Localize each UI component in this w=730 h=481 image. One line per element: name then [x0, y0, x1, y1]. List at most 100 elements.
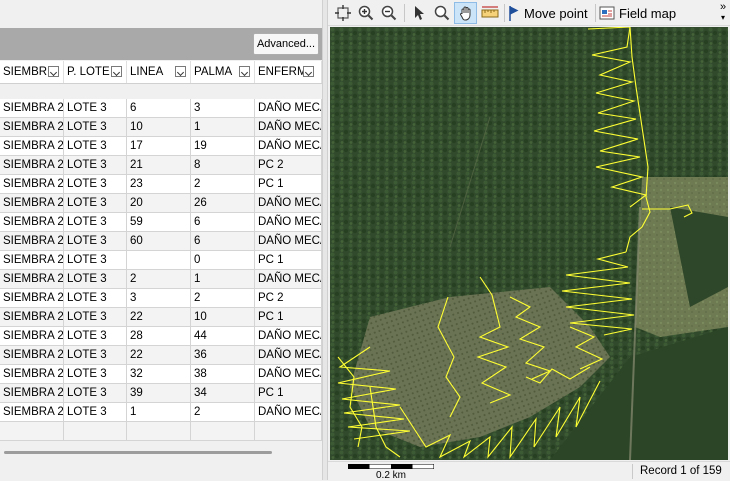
table-row[interactable]: SIEMBRA 20 LOTE 3 59 6 DAÑO MECÁ [0, 213, 322, 232]
move-point-button[interactable]: Move point [508, 2, 592, 24]
cell-palma[interactable]: 44 [191, 327, 255, 346]
cell-lote[interactable]: LOTE 3 [64, 289, 127, 308]
cell-lote[interactable]: LOTE 3 [64, 194, 127, 213]
cell-enfermedad[interactable]: DAÑO MECÁ [255, 118, 322, 137]
table-row[interactable]: SIEMBRA 20 LOTE 3 3 2 PC 2 [0, 289, 322, 308]
cell-enfermedad[interactable]: PC 2 [255, 156, 322, 175]
cell-linea[interactable]: 23 [127, 175, 191, 194]
advanced-button[interactable]: Advanced... [253, 33, 319, 55]
cell-lote[interactable]: LOTE 3 [64, 118, 127, 137]
cell-palma[interactable]: 1 [191, 118, 255, 137]
cell-enfermedad[interactable]: PC 1 [255, 175, 322, 194]
cell-palma[interactable]: 8 [191, 156, 255, 175]
table-row[interactable]: SIEMBRA 20 LOTE 3 22 36 DAÑO MECÁ [0, 346, 322, 365]
column-header-linea[interactable]: LINEA [127, 61, 191, 83]
cell-siembra[interactable]: SIEMBRA 20 [0, 232, 64, 251]
cell-siembra[interactable]: SIEMBRA 20 [0, 384, 64, 403]
cell-linea[interactable]: 6 [127, 99, 191, 118]
cell-enfermedad[interactable]: DAÑO MECÁ [255, 346, 322, 365]
table-row[interactable]: SIEMBRA 20 LOTE 3 1 2 DAÑO MECÁ [0, 403, 322, 422]
cell-enfermedad[interactable]: PC 1 [255, 384, 322, 403]
cell-palma[interactable]: 26 [191, 194, 255, 213]
chevron-down-icon[interactable] [111, 66, 122, 77]
cell-lote[interactable]: LOTE 3 [64, 346, 127, 365]
cell-linea[interactable]: 39 [127, 384, 191, 403]
cell-lote[interactable]: LOTE 3 [64, 403, 127, 422]
table-row[interactable]: SIEMBRA 20 LOTE 3 20 26 DAÑO MECÁ [0, 194, 322, 213]
cell-linea[interactable]: 2 [127, 270, 191, 289]
cell-linea[interactable]: 10 [127, 118, 191, 137]
cell-siembra[interactable]: SIEMBRA 20 [0, 99, 64, 118]
zoom-magnifier-icon[interactable] [431, 2, 453, 24]
cell-siembra[interactable]: SIEMBRA 20 [0, 365, 64, 384]
field-map-button[interactable]: Field map [599, 2, 679, 24]
cell-palma[interactable]: 2 [191, 289, 255, 308]
cell-palma[interactable]: 19 [191, 137, 255, 156]
cell-enfermedad[interactable]: DAÑO MECÁ [255, 99, 322, 118]
chevron-down-icon[interactable] [48, 66, 59, 77]
cell-enfermedad[interactable]: DAÑO MECÁ [255, 137, 322, 156]
scrollbar-thumb[interactable] [4, 451, 272, 454]
table-row[interactable]: SIEMBRA 20 LOTE 3 0 PC 1 [0, 251, 322, 270]
column-header-siembra[interactable]: SIEMBR [0, 61, 64, 83]
cell-lote[interactable]: LOTE 3 [64, 137, 127, 156]
pan-extent-icon[interactable] [332, 2, 354, 24]
map-canvas[interactable] [330, 27, 728, 460]
cell-linea[interactable]: 17 [127, 137, 191, 156]
cell-siembra[interactable]: SIEMBRA 20 [0, 308, 64, 327]
cell-enfermedad[interactable]: DAÑO MECÁ [255, 194, 322, 213]
cell-linea[interactable]: 21 [127, 156, 191, 175]
hand-pan-icon[interactable] [454, 2, 477, 24]
toolbar-overflow-chevron[interactable]: » ▾ [718, 2, 728, 23]
table-row[interactable]: SIEMBRA 20 LOTE 3 22 10 PC 1 [0, 308, 322, 327]
table-row[interactable]: SIEMBRA 20 LOTE 3 60 6 DAÑO MECÁ [0, 232, 322, 251]
cell-enfermedad[interactable]: PC 1 [255, 308, 322, 327]
cell-siembra[interactable]: SIEMBRA 20 [0, 194, 64, 213]
table-row[interactable]: SIEMBRA 20 LOTE 3 10 1 DAÑO MECÁ [0, 118, 322, 137]
cell-siembra[interactable]: SIEMBRA 20 [0, 289, 64, 308]
cell-siembra[interactable]: SIEMBRA 20 [0, 403, 64, 422]
table-row[interactable]: SIEMBRA 20 LOTE 3 21 8 PC 2 [0, 156, 322, 175]
cell-siembra[interactable]: SIEMBRA 20 [0, 118, 64, 137]
cell-siembra[interactable]: SIEMBRA 20 [0, 346, 64, 365]
table-row[interactable]: SIEMBRA 20 LOTE 3 6 3 DAÑO MECÁ [0, 99, 322, 118]
cell-palma[interactable]: 3 [191, 99, 255, 118]
cell-lote[interactable]: LOTE 3 [64, 175, 127, 194]
cell-lote[interactable]: LOTE 3 [64, 384, 127, 403]
cell-lote[interactable]: LOTE 3 [64, 156, 127, 175]
chevron-down-icon[interactable] [239, 66, 250, 77]
cell-linea[interactable]: 59 [127, 213, 191, 232]
cell-siembra[interactable]: SIEMBRA 20 [0, 175, 64, 194]
cell-linea[interactable]: 3 [127, 289, 191, 308]
measure-ruler-icon[interactable] [479, 2, 501, 24]
zoom-in-icon[interactable] [355, 2, 377, 24]
satellite-map-view[interactable] [330, 27, 728, 460]
horizontal-scrollbar[interactable] [0, 448, 322, 458]
column-header-enfermedad[interactable]: ENFERM [255, 61, 322, 83]
cell-siembra[interactable]: SIEMBRA 20 [0, 213, 64, 232]
cell-enfermedad[interactable]: PC 2 [255, 289, 322, 308]
cell-enfermedad[interactable]: DAÑO MECÁ [255, 327, 322, 346]
select-arrow-icon[interactable] [408, 2, 430, 24]
cell-lote[interactable]: LOTE 3 [64, 99, 127, 118]
cell-lote[interactable]: LOTE 3 [64, 327, 127, 346]
table-row[interactable]: SIEMBRA 20 LOTE 3 32 38 DAÑO MECÁ [0, 365, 322, 384]
cell-linea[interactable]: 22 [127, 346, 191, 365]
cell-linea[interactable]: 22 [127, 308, 191, 327]
cell-linea[interactable] [127, 251, 191, 270]
cell-palma[interactable]: 10 [191, 308, 255, 327]
cell-palma[interactable]: 6 [191, 213, 255, 232]
cell-siembra[interactable]: SIEMBRA 20 [0, 137, 64, 156]
column-header-lote[interactable]: P. LOTE [64, 61, 127, 83]
cell-lote[interactable]: LOTE 3 [64, 365, 127, 384]
zoom-out-icon[interactable] [378, 2, 400, 24]
cell-palma[interactable]: 34 [191, 384, 255, 403]
table-row[interactable]: SIEMBRA 20 LOTE 3 39 34 PC 1 [0, 384, 322, 403]
cell-linea[interactable]: 20 [127, 194, 191, 213]
cell-enfermedad[interactable]: PC 1 [255, 251, 322, 270]
cell-palma[interactable]: 2 [191, 175, 255, 194]
cell-enfermedad[interactable]: DAÑO MECÁ [255, 270, 322, 289]
cell-lote[interactable]: LOTE 3 [64, 308, 127, 327]
cell-siembra[interactable]: SIEMBRA 20 [0, 327, 64, 346]
column-header-palma[interactable]: PALMA [191, 61, 255, 83]
